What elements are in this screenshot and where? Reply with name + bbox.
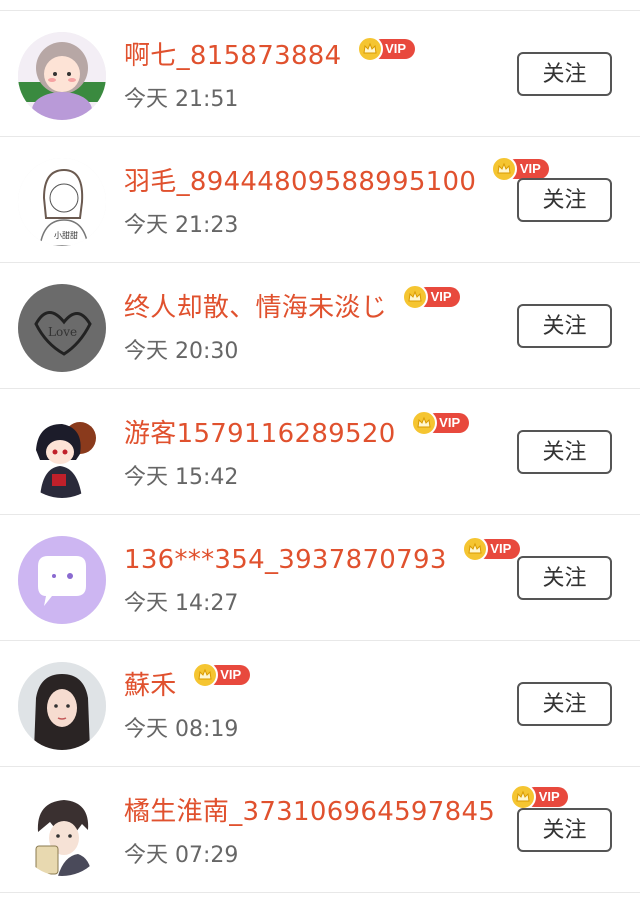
avatar[interactable] xyxy=(18,536,106,624)
user-name[interactable]: 蘇禾 xyxy=(124,666,177,706)
crown-icon xyxy=(191,662,218,688)
crown-icon xyxy=(491,156,518,182)
list-item[interactable]: 136***354_3937870793 VIP 今天 14:27 关注 xyxy=(0,515,640,641)
crown-icon xyxy=(510,784,537,810)
avatar[interactable] xyxy=(18,788,106,876)
crown-icon xyxy=(410,410,437,436)
list-item[interactable]: 游客1579116289520 VIP 今天 15:42 关注 xyxy=(0,389,640,515)
svg-text:小甜甜: 小甜甜 xyxy=(54,230,78,240)
follow-button[interactable]: 关注 xyxy=(517,808,612,852)
list-item[interactable]: 橘生淮南_373106964597845 VIP 今天 07:29 关注 xyxy=(0,767,640,893)
follow-button[interactable]: 关注 xyxy=(517,52,612,96)
crown-icon xyxy=(402,284,429,310)
follow-button[interactable]: 关注 xyxy=(517,178,612,222)
user-name[interactable]: 啊七_815873884 xyxy=(124,36,341,76)
vip-badge: VIP xyxy=(356,36,415,62)
vip-badge: VIP xyxy=(410,410,469,436)
avatar[interactable] xyxy=(18,32,106,120)
timestamp: 今天 15:42 xyxy=(124,465,239,490)
follow-button[interactable]: 关注 xyxy=(517,304,612,348)
svg-text:Love: Love xyxy=(48,325,77,339)
user-name[interactable]: 羽毛_89444809588995100 xyxy=(124,162,476,202)
avatar[interactable]: 小甜甜 xyxy=(18,158,106,246)
avatar[interactable] xyxy=(18,662,106,750)
user-name[interactable]: 终人却散、情海未淡じ xyxy=(124,288,387,328)
follow-button[interactable]: 关注 xyxy=(517,430,612,474)
user-name[interactable]: 游客1579116289520 xyxy=(124,414,396,454)
timestamp: 今天 21:51 xyxy=(124,87,239,112)
vip-badge: VIP xyxy=(461,536,520,562)
timestamp: 今天 14:27 xyxy=(124,591,239,616)
timestamp: 今天 20:30 xyxy=(124,339,239,364)
follow-button[interactable]: 关注 xyxy=(517,556,612,600)
user-name[interactable]: 136***354_3937870793 xyxy=(124,540,447,580)
user-name[interactable]: 橘生淮南_373106964597845 xyxy=(124,792,495,832)
crown-icon xyxy=(461,536,488,562)
avatar[interactable] xyxy=(18,410,106,498)
list-item[interactable]: Love 终人却散、情海未淡じ VIP 今天 20:30 关注 xyxy=(0,263,640,389)
crown-icon xyxy=(356,36,383,62)
timestamp: 今天 21:23 xyxy=(124,213,239,238)
avatar[interactable]: Love xyxy=(18,284,106,372)
vip-badge: VIP xyxy=(191,662,250,688)
timestamp: 今天 07:29 xyxy=(124,843,239,868)
list-item[interactable]: 蘇禾 VIP 今天 08:19 关注 xyxy=(0,641,640,767)
follow-button[interactable]: 关注 xyxy=(517,682,612,726)
list-item[interactable]: 小甜甜 羽毛_89444809588995100 VIP 今天 21:23 关注 xyxy=(0,137,640,263)
vip-badge: VIP xyxy=(491,156,550,182)
list-item[interactable]: 啊七_815873884 VIP 今天 21:51 关注 xyxy=(0,11,640,137)
vip-badge: VIP xyxy=(510,784,569,810)
timestamp: 今天 08:19 xyxy=(124,717,239,742)
vip-badge: VIP xyxy=(402,284,461,310)
